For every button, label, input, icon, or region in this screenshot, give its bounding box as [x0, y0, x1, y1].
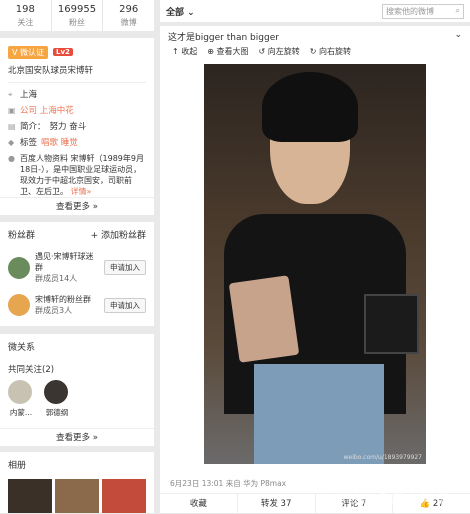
fan-group-item: 遇见·宋博轩球迷群 群成员14人 申请加入	[8, 251, 146, 284]
search-input[interactable]: 搜索他的微博 ⌕	[382, 3, 464, 19]
stat-posts-count: 296	[119, 4, 139, 15]
intro-row: ▤ 简介： 努力 奋斗	[8, 121, 146, 133]
mutual-user[interactable]: 内蒙...	[8, 380, 34, 418]
company-row: ▣ 公司 上海中花	[8, 105, 146, 117]
tags-link[interactable]: 唱歌 睡觉	[41, 137, 78, 149]
repost-button[interactable]: 转发 37	[238, 494, 316, 513]
chevron-down-icon: ⌄	[187, 7, 195, 18]
post-text: 这才是bigger than bigger	[168, 33, 279, 43]
intro-text: 努力 奋斗	[49, 122, 87, 132]
bio-row: ● 百度人物资料 宋博轩（1989年9月18日-），是中国职业足球运动员，现效力…	[8, 153, 146, 197]
stat-posts[interactable]: 296 微博	[103, 0, 154, 31]
image-watermark: weibo.com/u/1893979927	[343, 454, 422, 461]
site-watermark: 天涯社区@魔力冰晶	[316, 491, 451, 507]
intro-label: 简介：	[20, 122, 46, 132]
tag-icon: ◆	[8, 138, 15, 147]
search-icon[interactable]: ⌕	[456, 6, 460, 16]
profile-stats: 198 关注 169955 粉丝 296 微博	[0, 0, 154, 31]
search-placeholder: 搜索他的微博	[386, 6, 434, 16]
profile-more-button[interactable]: 查看更多 »	[0, 197, 154, 215]
stat-posts-label: 微博	[120, 18, 137, 27]
stat-following-label: 关注	[17, 18, 34, 27]
baike-icon: ●	[8, 154, 15, 163]
collapse-button[interactable]: ↑ 收起	[172, 46, 197, 58]
mutual-follow-title[interactable]: 共同关注(2)	[8, 363, 146, 375]
relations-panel: 微关系 共同关注(2) 内蒙... 郭德纲 查看更多 »	[0, 334, 154, 446]
bio-detail-link[interactable]: 详情»	[71, 187, 92, 196]
level-badge[interactable]: Lv2	[53, 48, 73, 56]
location-row: ⌖ 上海	[8, 89, 146, 101]
favorite-button[interactable]: 收藏	[160, 494, 238, 513]
verification-text: 北京国安队球员宋博轩	[8, 66, 94, 76]
group-name[interactable]: 遇见·宋博轩球迷群	[35, 251, 99, 273]
avatar	[44, 380, 68, 404]
fan-groups-title: 粉丝群	[8, 231, 36, 241]
company-link[interactable]: 公司 上海中花	[20, 105, 74, 117]
stat-fans-label: 粉丝	[69, 18, 85, 27]
avatar	[8, 380, 32, 404]
view-large-button[interactable]: ⊕ 查看大图	[207, 46, 248, 58]
album-thumbnail[interactable]	[102, 479, 146, 513]
fan-groups-panel: 粉丝群 + 添加粉丝群 遇见·宋博轩球迷群 群成员14人 申请加入 宋博轩的粉丝…	[0, 222, 154, 326]
fan-group-item: 宋博轩的粉丝群 群成员3人 申请加入	[8, 294, 146, 316]
intro-icon: ▤	[8, 122, 16, 131]
image-toolbar: ↑ 收起 ⊕ 查看大图 ↺ 向左旋转 ↻ 向右旋转	[160, 44, 470, 60]
group-avatar[interactable]	[8, 294, 30, 316]
stat-fans[interactable]: 169955 粉丝	[52, 0, 104, 31]
stat-fans-count: 169955	[57, 4, 97, 15]
tags-row: ◆ 标签 唱歌 睡觉	[8, 137, 146, 149]
location-text: 上海	[20, 90, 38, 100]
post-photo[interactable]: weibo.com/u/1893979927	[204, 64, 426, 464]
briefcase-icon: ▣	[8, 106, 16, 115]
join-group-button[interactable]: 申请加入	[104, 260, 146, 275]
post-meta: 6月23日 13:01 来自 华为 P8max	[170, 479, 287, 488]
album-thumbnail[interactable]	[55, 479, 99, 513]
feed-filter-bar: 全部 ⌄ 搜索他的微博 ⌕	[160, 0, 470, 22]
album-title: 相册	[8, 461, 27, 471]
mutual-user-name: 内蒙...	[9, 408, 33, 417]
stat-following-count: 198	[15, 4, 35, 15]
chevron-down-icon[interactable]: ⌄	[454, 30, 462, 40]
album-panel: 相册	[0, 452, 154, 513]
relations-title: 微关系	[8, 343, 36, 353]
add-fan-group-button[interactable]: + 添加粉丝群	[91, 228, 146, 241]
relations-more-button[interactable]: 查看更多 »	[0, 428, 154, 446]
group-member-count: 群成员3人	[35, 306, 73, 315]
profile-info: V 微认证 Lv2 北京国安队球员宋博轩 ⌖ 上海 ▣ 公司 上海中花 ▤ 简介…	[0, 38, 154, 215]
group-member-count: 群成员14人	[35, 274, 78, 283]
rotate-right-button[interactable]: ↻ 向右旋转	[310, 46, 351, 58]
join-group-button[interactable]: 申请加入	[104, 297, 146, 313]
tab-all[interactable]: 全部 ⌄	[166, 5, 195, 18]
mutual-user[interactable]: 郭德纲	[44, 380, 70, 418]
rotate-left-button[interactable]: ↺ 向左旋转	[259, 46, 300, 58]
verified-badge[interactable]: V 微认证	[8, 45, 49, 59]
group-name[interactable]: 宋博轩的粉丝群	[35, 294, 99, 305]
location-icon: ⌖	[8, 90, 13, 99]
group-avatar[interactable]	[8, 256, 30, 279]
album-thumbnail[interactable]	[8, 479, 52, 513]
tags-label: 标签	[20, 138, 38, 148]
stat-following[interactable]: 198 关注	[0, 0, 52, 31]
mutual-user-name: 郭德纲	[45, 408, 69, 417]
weibo-post: 这才是bigger than bigger ⌄ ↑ 收起 ⊕ 查看大图 ↺ 向左…	[160, 26, 470, 513]
